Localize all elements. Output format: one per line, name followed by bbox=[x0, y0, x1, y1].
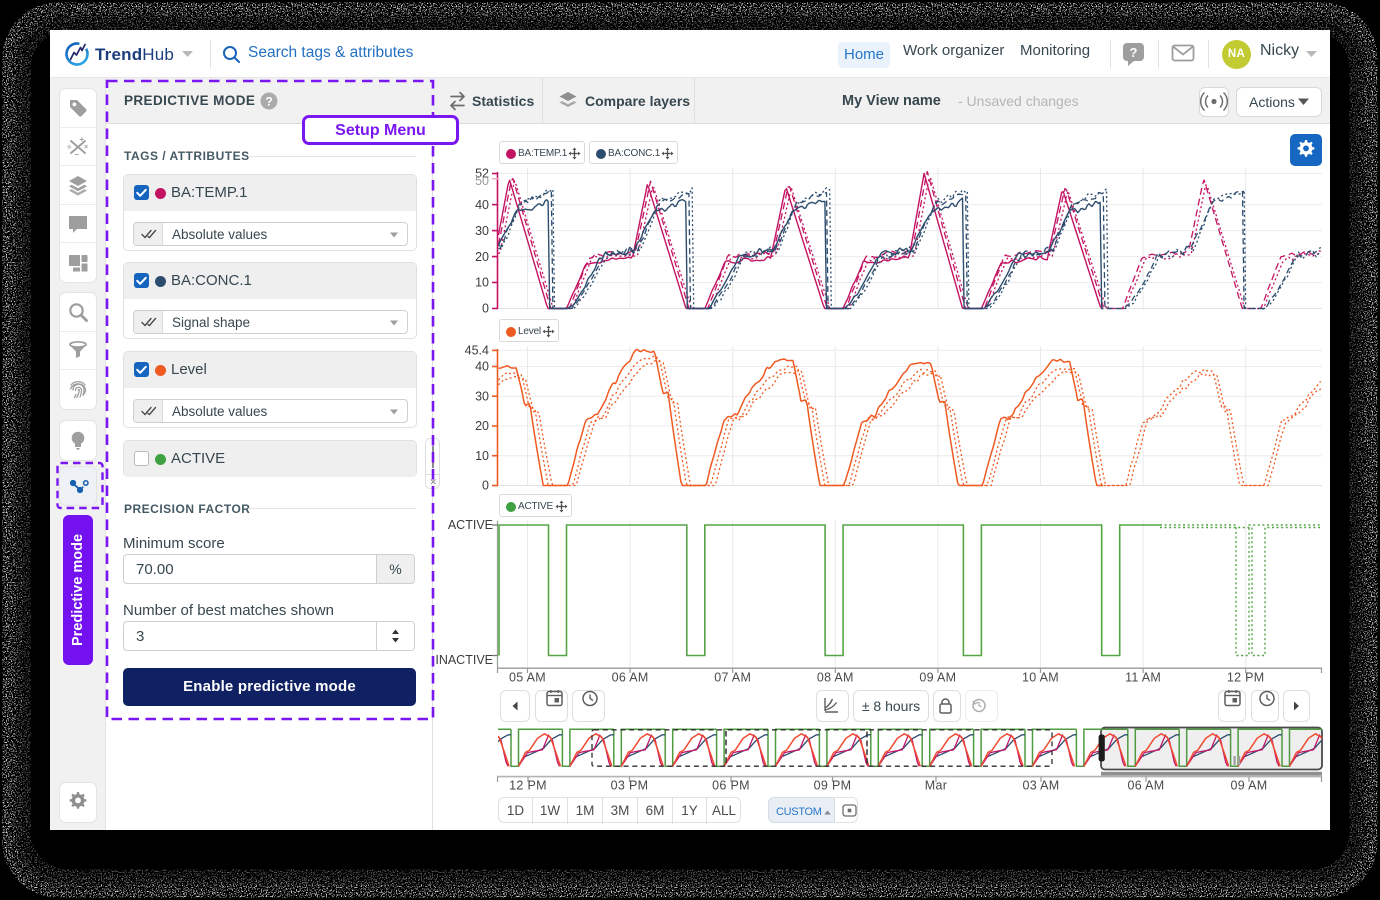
svg-text:20: 20 bbox=[475, 419, 489, 433]
svg-text:0: 0 bbox=[482, 479, 489, 493]
svg-text:40: 40 bbox=[475, 360, 489, 374]
svg-text:−: − bbox=[75, 150, 80, 158]
svg-text:12 PM: 12 PM bbox=[1227, 671, 1265, 685]
svg-text:40: 40 bbox=[475, 198, 489, 212]
svg-text:08 AM: 08 AM bbox=[817, 671, 854, 685]
svg-text:10: 10 bbox=[475, 276, 489, 290]
svg-text:Mar: Mar bbox=[925, 779, 947, 793]
svg-text:30: 30 bbox=[475, 389, 489, 403]
svg-text:03 AM: 03 AM bbox=[1023, 779, 1060, 793]
svg-text:11 AM: 11 AM bbox=[1125, 671, 1161, 685]
svg-text:09 AM: 09 AM bbox=[1231, 779, 1268, 793]
svg-text:06 PM: 06 PM bbox=[712, 779, 750, 793]
svg-text:10: 10 bbox=[475, 449, 489, 463]
svg-text:03 PM: 03 PM bbox=[611, 779, 649, 793]
svg-text:09 AM: 09 AM bbox=[919, 671, 956, 685]
svg-text:×: × bbox=[84, 144, 88, 151]
svg-text:÷: ÷ bbox=[67, 143, 72, 152]
svg-text:09 PM: 09 PM bbox=[814, 779, 852, 793]
svg-text:07 AM: 07 AM bbox=[714, 671, 751, 685]
svg-text:06 AM: 06 AM bbox=[612, 671, 649, 685]
svg-text:0: 0 bbox=[482, 302, 489, 316]
svg-text:ACTIVE: ACTIVE bbox=[448, 518, 493, 532]
svg-text:20: 20 bbox=[475, 250, 489, 264]
svg-text:12 PM: 12 PM bbox=[509, 779, 547, 793]
svg-text:30: 30 bbox=[475, 224, 489, 238]
svg-text:45.4: 45.4 bbox=[465, 344, 489, 358]
svg-text:50: 50 bbox=[475, 174, 489, 188]
svg-text:06 AM: 06 AM bbox=[1128, 779, 1165, 793]
svg-text:10 AM: 10 AM bbox=[1022, 671, 1059, 685]
svg-text:INACTIVE: INACTIVE bbox=[435, 653, 493, 667]
svg-text:05 AM: 05 AM bbox=[509, 671, 546, 685]
svg-text:+: + bbox=[80, 135, 85, 144]
